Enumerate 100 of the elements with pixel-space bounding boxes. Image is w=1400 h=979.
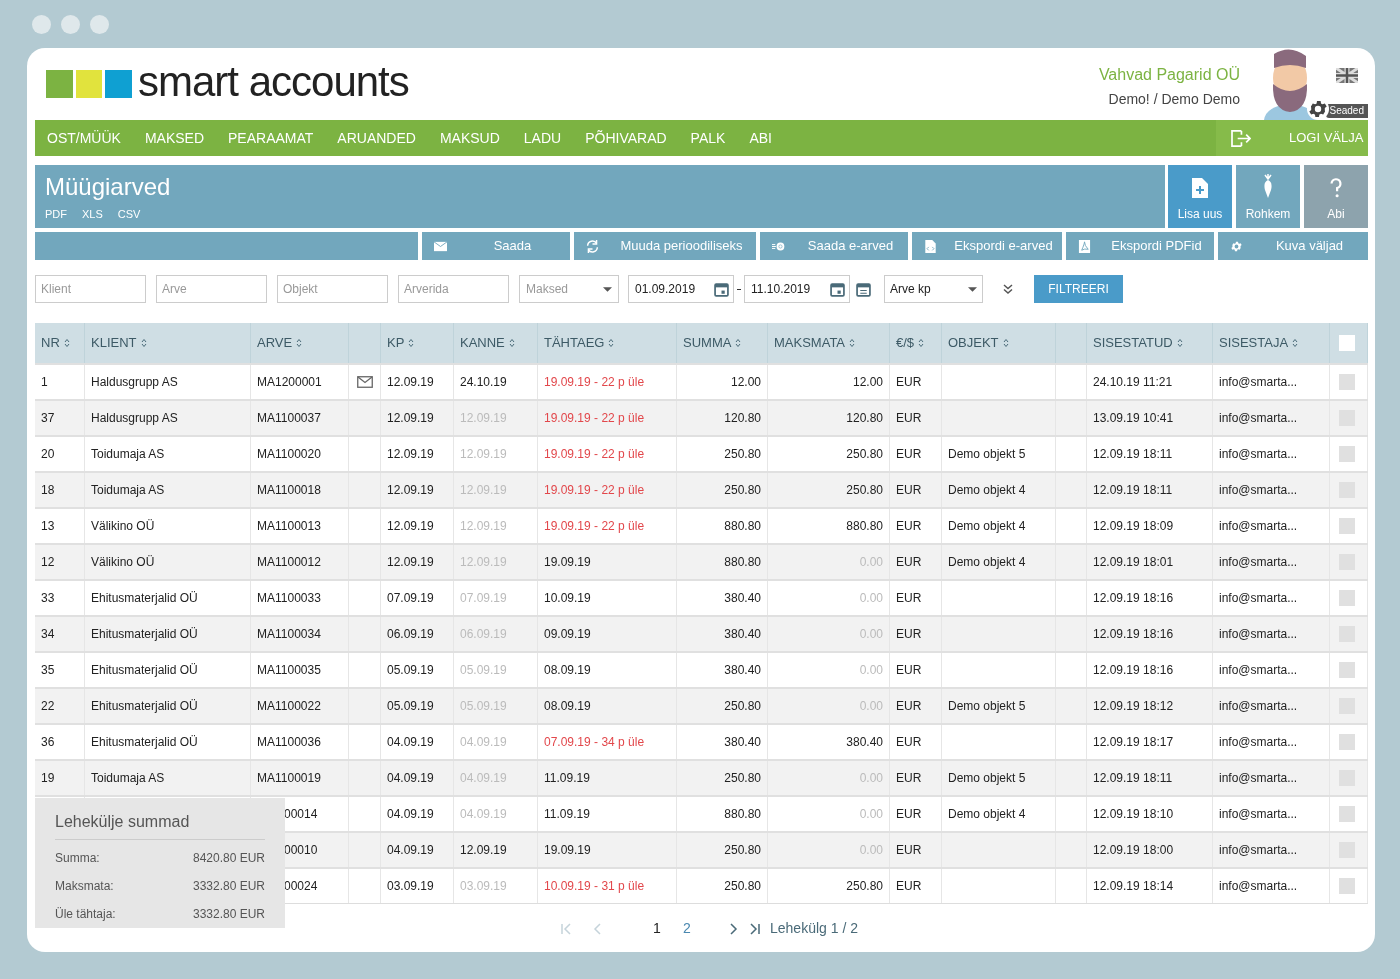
column-header[interactable]: €/$ [896, 333, 925, 353]
menu-item[interactable]: OST/MÜÜK [35, 120, 133, 156]
date-field[interactable]: 01.09.2019 [628, 275, 734, 303]
table-cell-text: Ehitusmaterjalid OÜ [91, 590, 198, 607]
toolbar-button[interactable]: Muuda perioodiliseks [574, 232, 756, 260]
export-link[interactable]: CSV [117, 206, 141, 223]
column-header[interactable]: SISESTAJA [1219, 333, 1299, 353]
row-checkbox[interactable] [1339, 806, 1355, 822]
column-header[interactable]: TÄHTAEG [544, 333, 615, 353]
table-cell-text: MA1100033 [257, 590, 321, 607]
table-cell-text: MA1200001 [257, 374, 322, 391]
user-name: Demo! / Demo Demo [1108, 89, 1240, 109]
menu-item[interactable]: PALK [678, 120, 738, 156]
question-mark-icon [1328, 178, 1344, 198]
summary-value: 3332.80 EUR [192, 906, 265, 923]
table-cell-text: 03.09.19 [387, 878, 434, 895]
table-cell-text: 250.80 [846, 878, 883, 895]
row-checkbox[interactable] [1339, 374, 1355, 390]
table-cell-text: Demo objekt 5 [948, 446, 1026, 463]
row-checkbox[interactable] [1339, 878, 1355, 894]
table-cell-text: 05.09.19 [387, 698, 434, 715]
table-cell-text: 12.09.19 [387, 374, 434, 391]
filter-field[interactable]: Klient [35, 275, 146, 303]
export-link[interactable]: XLS [82, 206, 103, 223]
select-all-checkbox[interactable] [1339, 335, 1355, 351]
row-checkbox[interactable] [1339, 446, 1355, 462]
table-cell-text: 0.00 [859, 806, 883, 823]
table-cell-text: 1 [41, 374, 48, 391]
filter-field[interactable]: Objekt [277, 275, 388, 303]
column-header[interactable]: MAKSMATA [774, 333, 856, 353]
table-cell-text: Ehitusmaterjalid OÜ [91, 734, 198, 751]
table-cell-text: 19.09.19 - 22 p üle [544, 482, 645, 499]
table-cell-text: 11.09.19 [544, 806, 590, 823]
table-cell-text: Toidumaja AS [91, 770, 165, 787]
table-cell-text: 12.09.19 18:11 [1093, 770, 1173, 787]
column-header[interactable]: KP [387, 333, 415, 353]
menu-item[interactable]: ABI [737, 120, 784, 156]
next-page-icon[interactable] [727, 922, 739, 935]
help-button[interactable]: Abi [1304, 165, 1368, 228]
logout-button[interactable]: LOGI VÄLJA [1216, 120, 1368, 156]
settings-button[interactable]: Seaded [1306, 98, 1368, 120]
table-cell-text: EUR [896, 806, 922, 823]
row-checkbox[interactable] [1339, 662, 1355, 678]
table-cell-text: 10.09.19 [544, 590, 591, 607]
page-link[interactable]: 1 [642, 918, 672, 939]
table-cell-text: MA1100018 [257, 482, 321, 499]
column-header[interactable]: KANNE [460, 333, 515, 353]
table-cell-text: 250.80 [724, 842, 761, 859]
date-field[interactable]: 11.10.2019 [744, 275, 850, 303]
uk-flag-icon[interactable] [1336, 68, 1358, 83]
sort-icon [408, 338, 415, 348]
menu-item[interactable]: MAKSUD [427, 120, 512, 156]
table-cell-text: 03.09.19 [460, 878, 507, 895]
column-header[interactable]: KLIENT [91, 333, 147, 353]
toolbar-button[interactable]: Saada [422, 232, 570, 260]
table-cell-text: EUR [896, 410, 922, 427]
table-cell-text: 250.80 [846, 446, 883, 463]
filter-button[interactable]: FILTREERI [1034, 275, 1123, 303]
export-link[interactable]: PDF [45, 206, 67, 223]
menu-item[interactable]: ARUANDED [325, 120, 428, 156]
last-page-icon[interactable] [749, 922, 761, 935]
menu-item[interactable]: LADU [511, 120, 574, 156]
toolbar-button[interactable]: Saada e-arved [760, 232, 908, 260]
menu-item[interactable]: MAKSED [132, 120, 216, 156]
filter-field[interactable]: Arve [156, 275, 267, 303]
toolbar-button[interactable]: Ekspordi PDFid [1066, 232, 1214, 260]
menu-item[interactable]: PEARAAMAT [216, 120, 326, 156]
table-cell-text: EUR [896, 554, 922, 571]
table-cell-text: 08.09.19 [544, 698, 591, 715]
sort-icon [1292, 338, 1299, 348]
column-header[interactable]: SUMMA [683, 333, 742, 353]
column-header[interactable]: SISESTATUD [1093, 333, 1183, 353]
table-cell-text: MA1100034 [257, 626, 321, 643]
table-cell-text: Demo objekt 4 [948, 518, 1026, 535]
pdf-document-icon [1078, 239, 1091, 253]
page-link[interactable]: 2 [672, 918, 702, 939]
table-cell-text: 12 [41, 554, 55, 571]
add-new-button[interactable]: Lisa uus [1168, 165, 1232, 228]
table-cell-text: 19.09.19 - 22 p üle [544, 518, 645, 535]
row-checkbox[interactable] [1339, 518, 1355, 534]
column-header[interactable]: OBJEKT [948, 333, 1009, 353]
more-button[interactable]: Rohkem [1236, 165, 1300, 228]
table-cell-text: info@smarta... [1219, 806, 1298, 823]
table-cell-text: 33 [41, 590, 55, 607]
payment-select[interactable]: Maksed [519, 275, 619, 303]
column-header[interactable]: ARVE [257, 333, 303, 353]
date-type-select[interactable]: Arve kp [884, 275, 983, 303]
toolbar-button[interactable]: Ekspordi e-arved [912, 232, 1062, 260]
table-cell-text: MA1100012 [257, 554, 321, 571]
menu-item[interactable]: PÕHIVARAD [573, 120, 679, 156]
filter-field[interactable]: Arverida [398, 275, 509, 303]
row-checkbox[interactable] [1339, 590, 1355, 606]
calendar-icon [830, 281, 845, 297]
column-header[interactable]: NR [41, 333, 70, 353]
toolbar-button[interactable]: Kuva väljad [1218, 232, 1368, 260]
table-cell-text: info@smarta... [1219, 446, 1298, 463]
calendar-list-icon[interactable] [856, 281, 871, 297]
table-cell-text: Toidumaja AS [91, 446, 165, 463]
double-chevron-down-icon[interactable] [1003, 284, 1013, 294]
row-checkbox[interactable] [1339, 734, 1355, 750]
